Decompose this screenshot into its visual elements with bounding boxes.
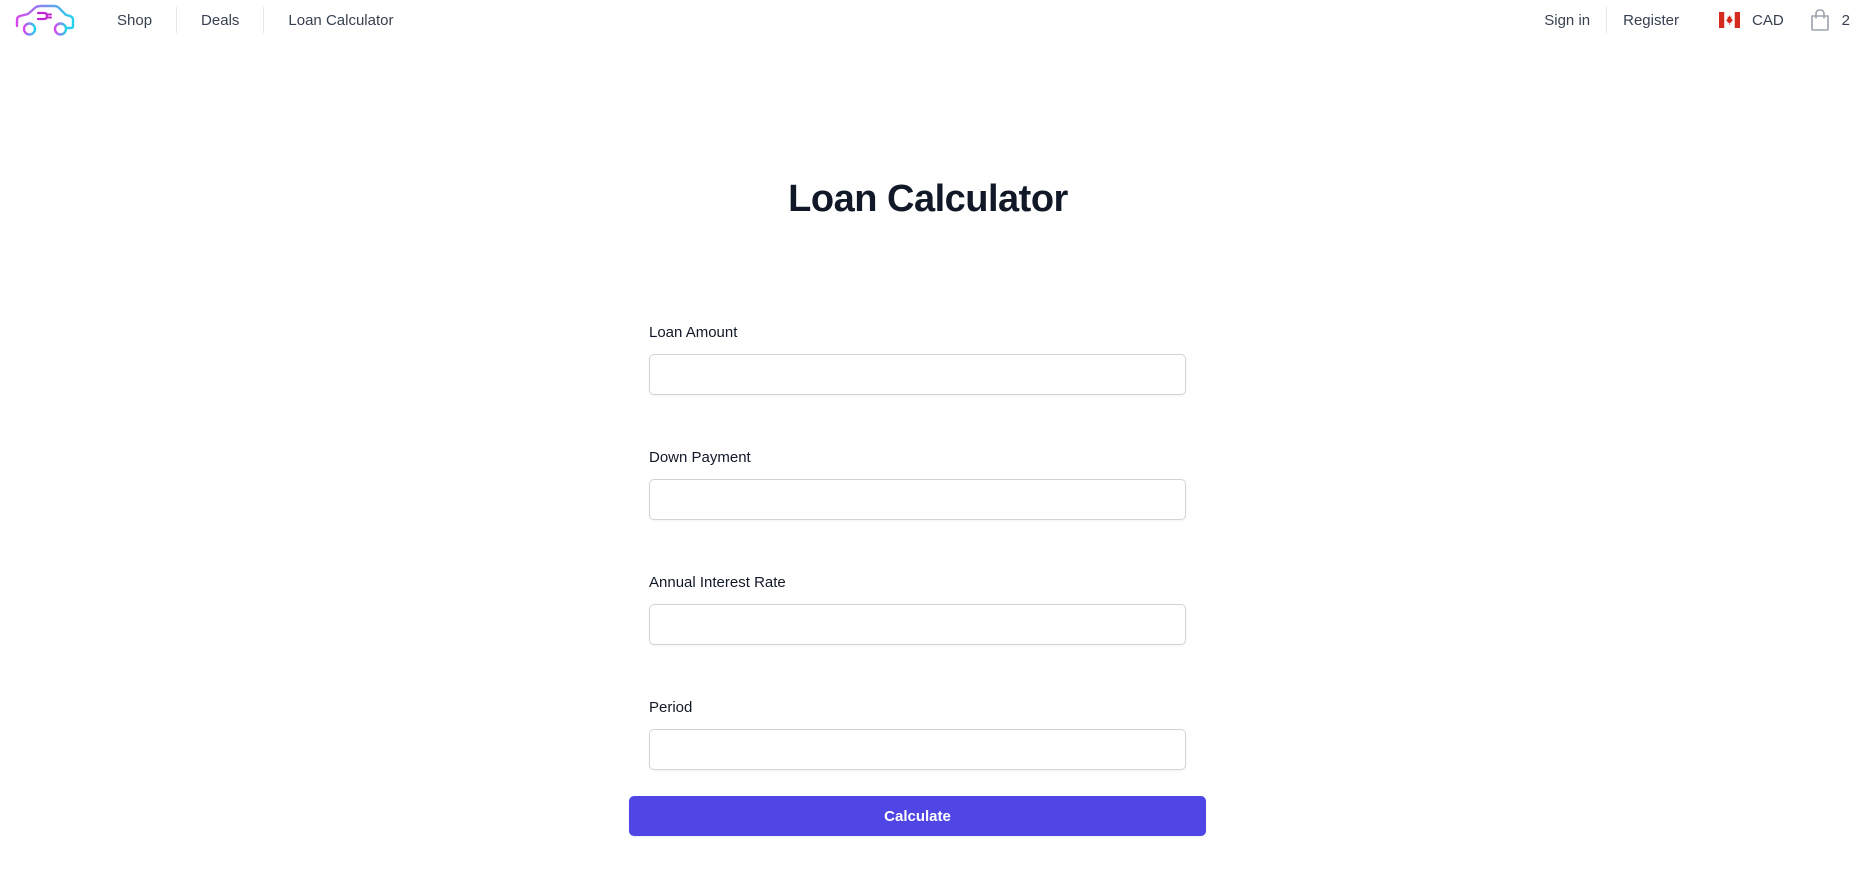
down-payment-field: Down Payment: [649, 448, 1186, 520]
period-field: Period: [649, 698, 1186, 770]
site-header: Shop Deals Loan Calculator Sign in Regis…: [0, 0, 1856, 40]
page-title: Loan Calculator: [788, 178, 1068, 220]
account-nav: Sign in Register CAD 2: [1544, 0, 1856, 40]
canada-flag-icon: [1718, 12, 1740, 28]
loan-amount-field: Loan Amount: [649, 323, 1186, 395]
currency-selector[interactable]: CAD: [1718, 11, 1784, 29]
period-label: Period: [649, 699, 693, 716]
loan-amount-input[interactable]: [649, 354, 1186, 395]
interest-rate-label: Annual Interest Rate: [649, 574, 786, 591]
cart-button[interactable]: 2: [1810, 9, 1850, 31]
interest-rate-field: Annual Interest Rate: [649, 573, 1186, 645]
interest-rate-input[interactable]: [649, 604, 1186, 645]
sign-in-link[interactable]: Sign in: [1544, 12, 1590, 29]
main-nav: Shop Deals Loan Calculator: [117, 0, 393, 40]
electric-car-plug-icon[interactable]: [14, 4, 76, 38]
nav-deals[interactable]: Deals: [201, 12, 239, 29]
auth-divider: [1606, 7, 1608, 33]
nav-divider: [263, 7, 265, 33]
down-payment-input[interactable]: [649, 479, 1186, 520]
shopping-bag-icon: [1810, 9, 1829, 31]
cart-count: 2: [1841, 11, 1850, 29]
nav-loan-calculator[interactable]: Loan Calculator: [288, 12, 393, 29]
loan-calculator-form: Loan Amount Down Payment Annual Interest…: [649, 323, 1186, 770]
loan-amount-label: Loan Amount: [649, 324, 738, 341]
nav-shop[interactable]: Shop: [117, 12, 152, 29]
register-link[interactable]: Register: [1623, 12, 1679, 29]
nav-divider: [176, 7, 178, 33]
down-payment-label: Down Payment: [649, 449, 751, 466]
period-input[interactable]: [649, 729, 1186, 770]
currency-label: CAD: [1751, 11, 1784, 29]
calculate-button[interactable]: Calculate: [629, 796, 1206, 836]
